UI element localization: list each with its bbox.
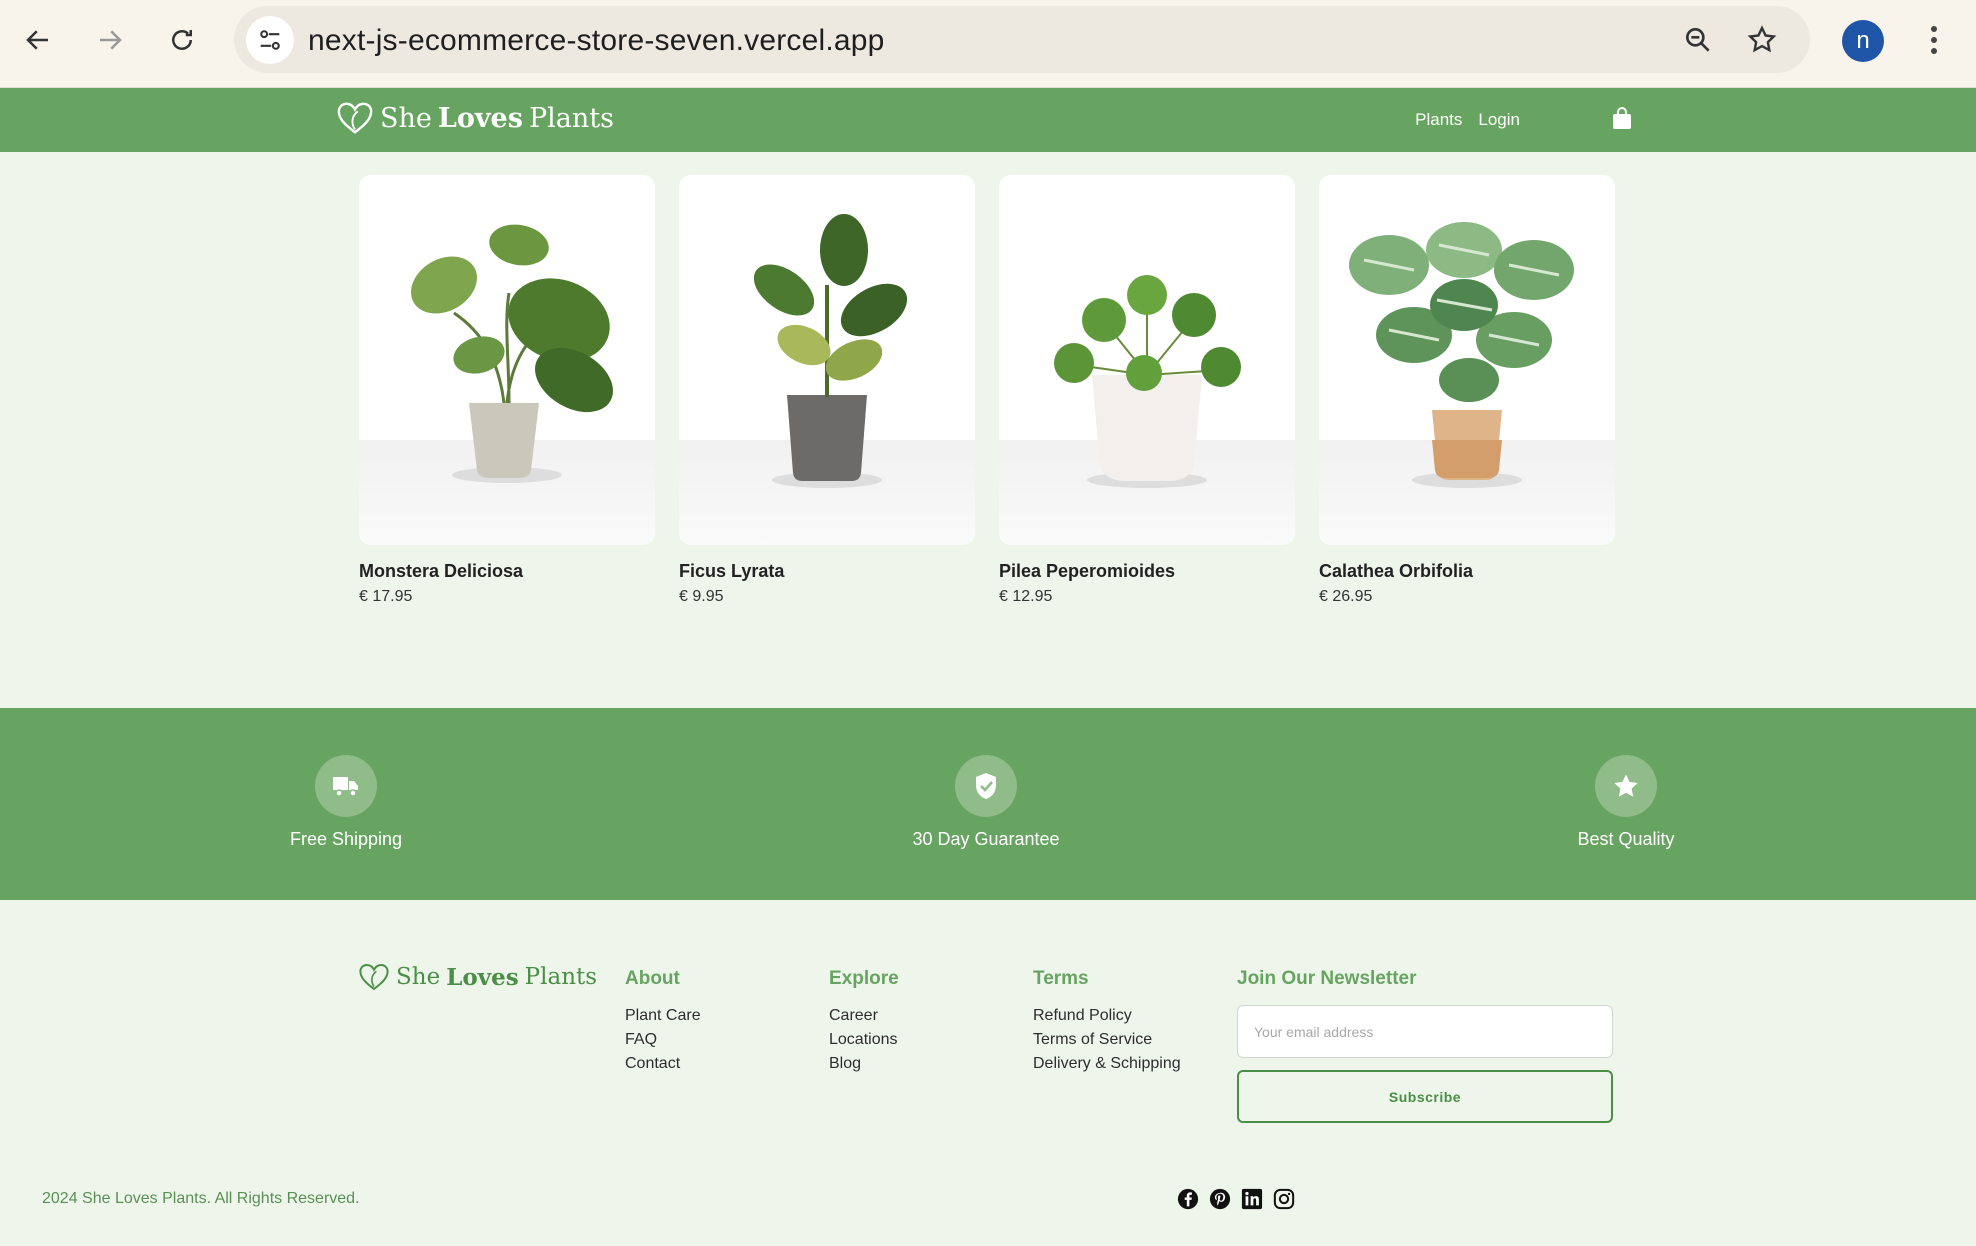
product-name[interactable]: Calathea Orbifolia xyxy=(1319,561,1615,582)
footer-column-explore: Explore Career Locations Blog xyxy=(829,968,899,1076)
newsletter-title: Join Our Newsletter xyxy=(1237,968,1417,989)
footer-link[interactable]: Refund Policy xyxy=(1033,1004,1181,1028)
product-card[interactable]: Ficus Lyrata € 9.95 xyxy=(679,175,975,606)
star-icon xyxy=(1614,774,1638,797)
product-image[interactable] xyxy=(999,175,1295,545)
url-text[interactable]: next-js-ecommerce-store-seven.vercel.app xyxy=(308,24,885,58)
product-price: € 26.95 xyxy=(1319,588,1373,605)
address-bar[interactable]: next-js-ecommerce-store-seven.vercel.app xyxy=(234,6,1810,73)
social-links xyxy=(1176,1187,1296,1211)
feature-label: 30 Day Guarantee xyxy=(912,829,1060,849)
shield-check-icon xyxy=(976,773,996,799)
product-image[interactable] xyxy=(1319,175,1615,545)
pilea-plant-icon xyxy=(1054,275,1241,488)
footer-link[interactable]: Terms of Service xyxy=(1033,1028,1181,1052)
footer-link[interactable]: Contact xyxy=(625,1052,701,1076)
feature-label: Best Quality xyxy=(1577,829,1675,849)
nav-plants[interactable]: Plants xyxy=(1415,110,1462,130)
product-card[interactable]: Calathea Orbifolia € 26.95 xyxy=(1319,175,1615,606)
heart-leaf-icon xyxy=(359,963,389,991)
tune-icon xyxy=(260,30,280,50)
truck-icon xyxy=(333,777,358,797)
star-outline-icon xyxy=(1747,25,1777,53)
reload-button[interactable] xyxy=(158,16,206,64)
footer-link[interactable]: Career xyxy=(829,1004,899,1028)
arrow-right-icon xyxy=(100,30,122,50)
zoom-icon xyxy=(1686,27,1710,52)
feature-label: Free Shipping xyxy=(289,829,403,849)
footer-link[interactable]: Blog xyxy=(829,1052,899,1076)
brand-she: She xyxy=(396,964,441,990)
footer-link[interactable]: Locations xyxy=(829,1028,899,1052)
copyright-text: 2024 She Loves Plants. All Rights Reserv… xyxy=(42,1190,360,1207)
brand-she: She xyxy=(380,102,432,134)
feature-guarantee: 30 Day Guarantee xyxy=(856,755,1116,850)
footer-link[interactable]: FAQ xyxy=(625,1028,701,1052)
product-grid: Monstera Deliciosa € 17.95 Ficus Lyrata … xyxy=(359,175,1615,606)
instagram-icon[interactable] xyxy=(1272,1187,1296,1211)
product-card[interactable]: Pilea Peperomioides € 12.95 xyxy=(999,175,1295,606)
footer-column-title: Explore xyxy=(829,968,899,989)
brand-plants: Plants xyxy=(528,102,614,134)
product-name[interactable]: Pilea Peperomioides xyxy=(999,561,1295,582)
footer-column-title: Terms xyxy=(1033,968,1089,989)
reload-icon xyxy=(172,30,192,50)
monstera-plant-icon xyxy=(411,224,613,483)
arrow-left-icon xyxy=(26,30,48,50)
product-price: € 17.95 xyxy=(359,588,413,605)
product-price: € 9.95 xyxy=(679,588,724,605)
site-info-button[interactable] xyxy=(246,16,294,64)
product-name[interactable]: Ficus Lyrata xyxy=(679,561,975,582)
facebook-icon[interactable] xyxy=(1176,1187,1200,1211)
product-image[interactable] xyxy=(679,175,975,545)
calathea-plant-icon xyxy=(1349,222,1574,488)
pinterest-icon[interactable] xyxy=(1208,1187,1232,1211)
profile-avatar[interactable]: n xyxy=(1842,20,1884,62)
brand-plants: Plants xyxy=(524,964,598,990)
features-band: Free Shipping 30 Day Guarantee Best Qual… xyxy=(0,708,1976,900)
newsletter-form: Join Our Newsletter Subscribe xyxy=(1237,968,1613,1123)
footer-column-terms: Terms Refund Policy Terms of Service Del… xyxy=(1033,968,1181,1076)
bookmark-button[interactable] xyxy=(1742,20,1782,60)
product-name[interactable]: Monstera Deliciosa xyxy=(359,561,655,582)
browser-toolbar: next-js-ecommerce-store-seven.vercel.app… xyxy=(0,0,1976,88)
product-price: € 12.95 xyxy=(999,588,1053,605)
zoom-button[interactable] xyxy=(1678,20,1718,60)
shopping-bag-icon[interactable] xyxy=(1612,107,1632,129)
header-logo[interactable]: She Loves Plants xyxy=(336,100,614,136)
subscribe-button[interactable]: Subscribe xyxy=(1237,1070,1613,1123)
back-button[interactable] xyxy=(14,16,62,64)
footer-column-title: About xyxy=(625,968,680,989)
linkedin-icon[interactable] xyxy=(1240,1187,1264,1211)
feature-free-shipping: Free Shipping xyxy=(216,755,476,850)
brand-loves: Loves xyxy=(446,963,519,991)
heart-leaf-icon xyxy=(337,102,373,134)
brand-loves: Loves xyxy=(437,102,523,134)
product-image[interactable] xyxy=(359,175,655,545)
feature-best-quality: Best Quality xyxy=(1496,755,1756,850)
footer-link[interactable]: Plant Care xyxy=(625,1004,701,1028)
product-card[interactable]: Monstera Deliciosa € 17.95 xyxy=(359,175,655,606)
ficus-plant-icon xyxy=(753,214,908,488)
nav-login[interactable]: Login xyxy=(1478,110,1520,130)
site-header: She Loves Plants Plants Login xyxy=(0,88,1976,152)
newsletter-email-input[interactable] xyxy=(1237,1005,1613,1058)
forward-button[interactable] xyxy=(86,16,134,64)
header-nav: Plants Login xyxy=(1415,88,1520,152)
footer-logo[interactable]: She Loves Plants xyxy=(358,962,597,992)
footer-column-about: About Plant Care FAQ Contact xyxy=(625,968,701,1076)
footer-link[interactable]: Delivery & Schipping xyxy=(1033,1052,1181,1076)
browser-menu-icon[interactable] xyxy=(1916,18,1952,62)
